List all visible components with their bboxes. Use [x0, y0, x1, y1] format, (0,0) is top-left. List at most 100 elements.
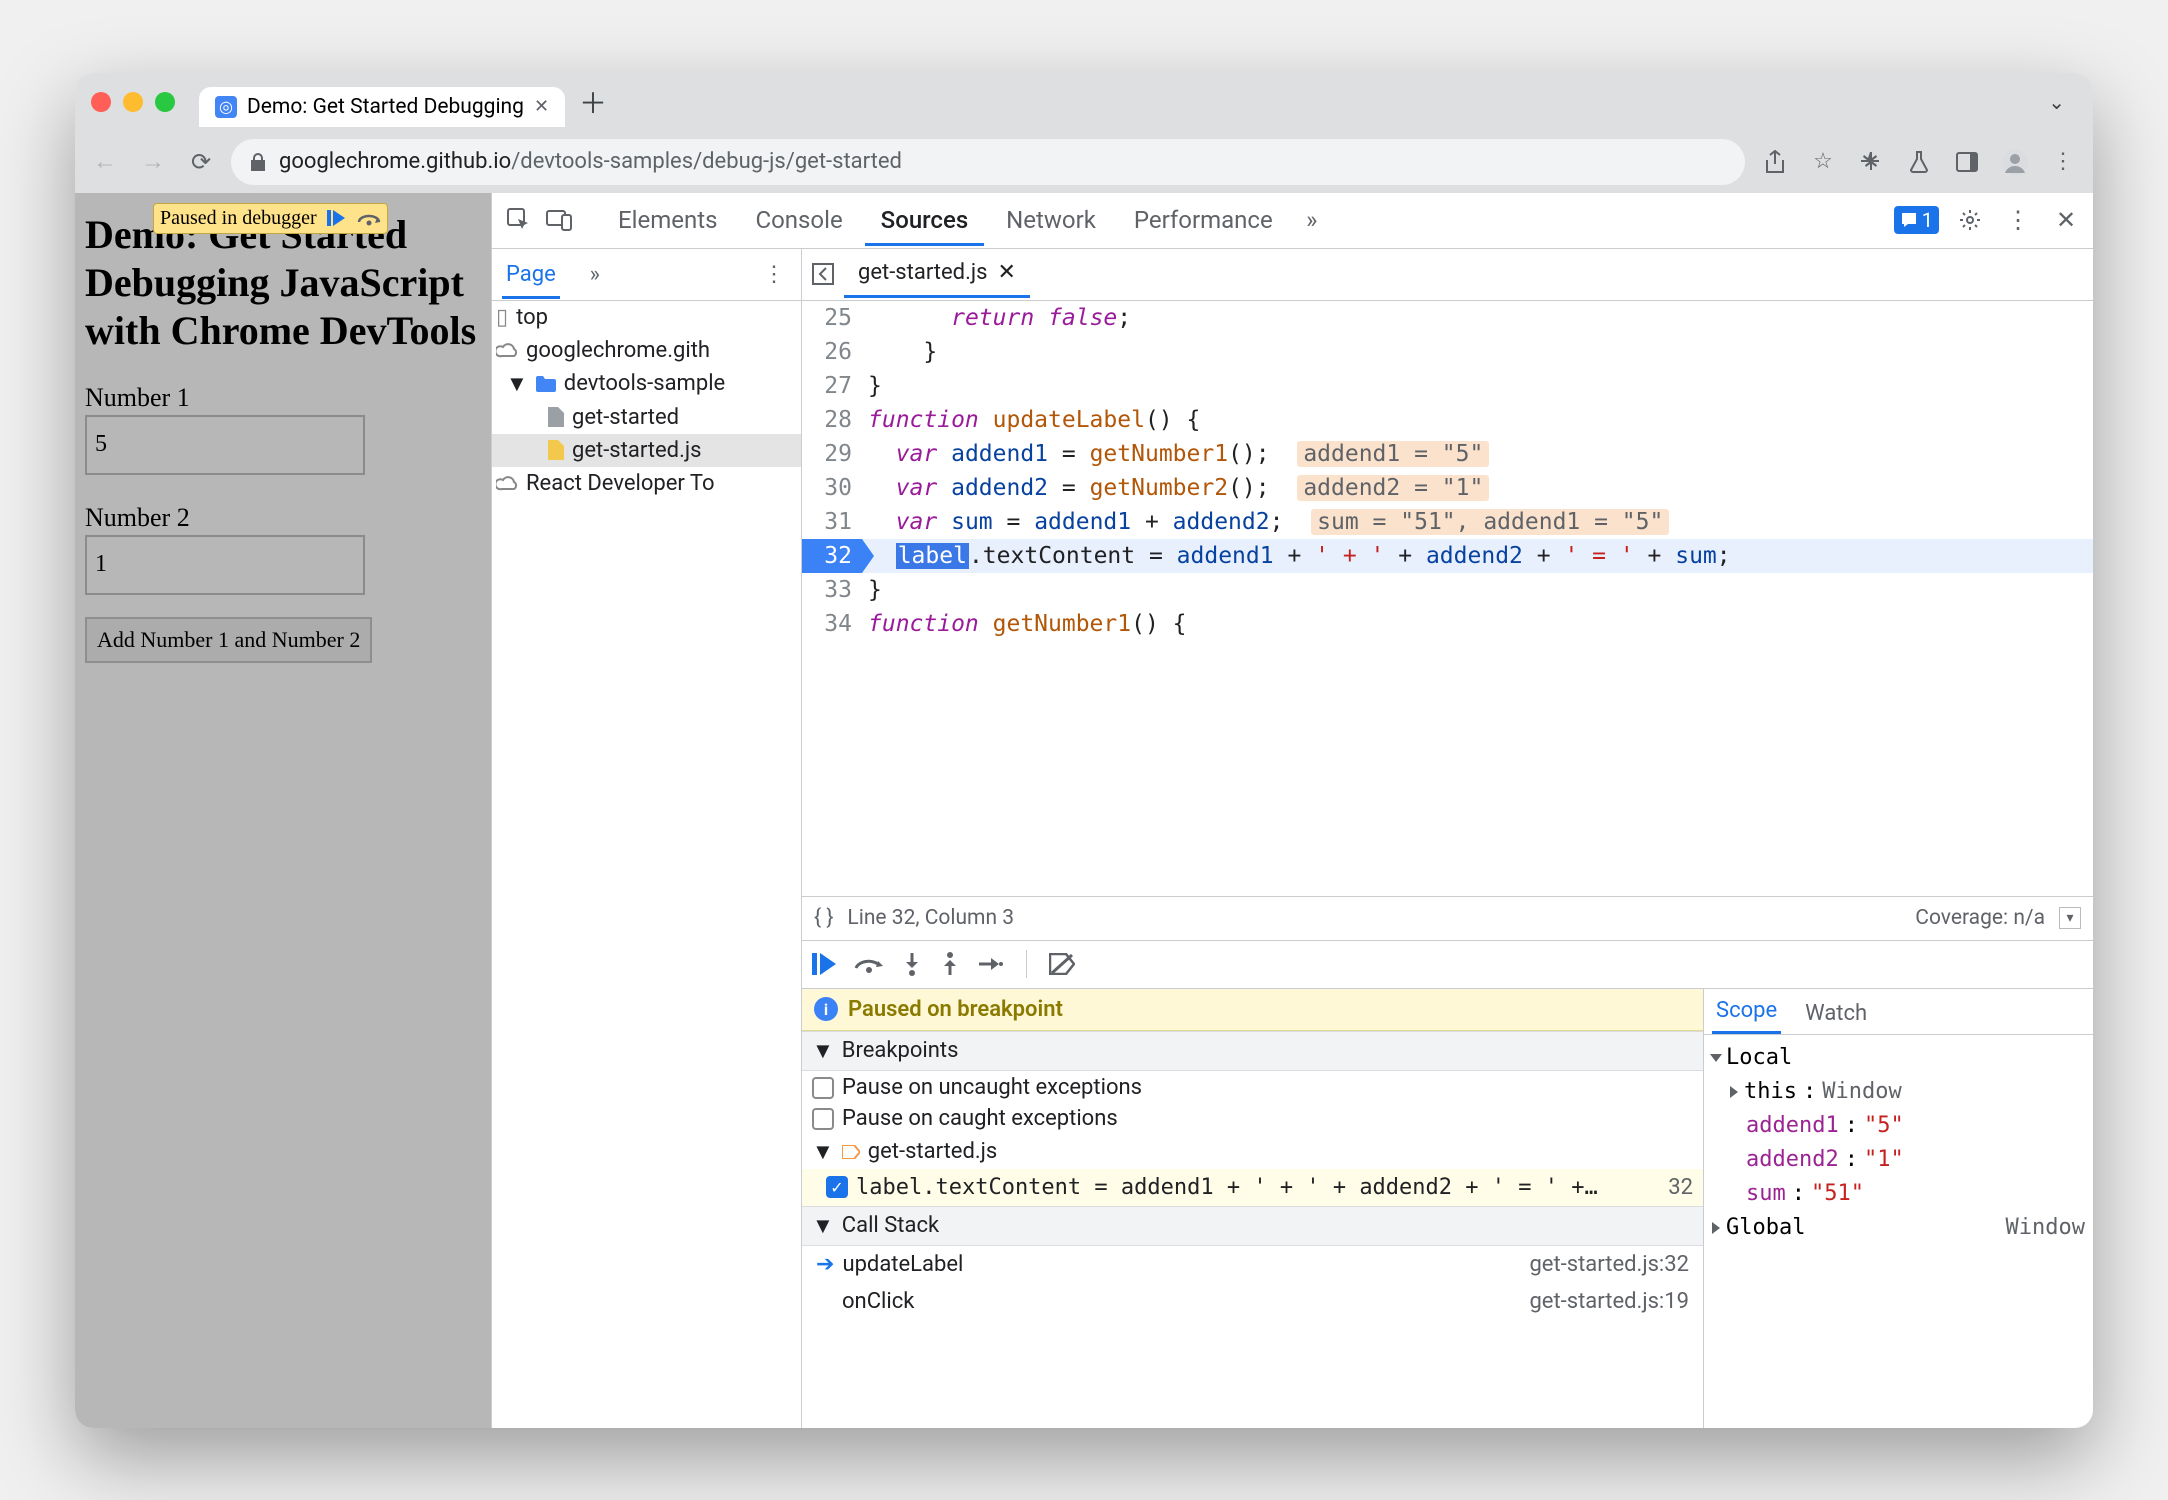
- code-line[interactable]: 34function getNumber1() {: [802, 607, 2093, 641]
- browser-tab[interactable]: ◎ Demo: Get Started Debugging ✕: [199, 87, 565, 127]
- content-area: Paused in debugger Demo: Get Started Deb…: [75, 193, 2093, 1428]
- gutter[interactable]: 30: [802, 471, 862, 505]
- pretty-print-icon[interactable]: { }: [814, 906, 833, 930]
- gutter[interactable]: 32: [802, 539, 862, 573]
- gutter[interactable]: 29: [802, 437, 862, 471]
- checkbox-icon[interactable]: [812, 1077, 834, 1099]
- breakpoints-header[interactable]: ▼ Breakpoints: [802, 1031, 1703, 1071]
- gutter[interactable]: 28: [802, 403, 862, 437]
- devtools-close-icon[interactable]: ✕: [2049, 203, 2083, 237]
- window-controls: [91, 92, 175, 112]
- code-line[interactable]: 31 var sum = addend1 + addend2; sum = "5…: [802, 505, 2093, 539]
- chrome-menu-icon[interactable]: ⋮: [2045, 144, 2081, 180]
- callstack-header[interactable]: ▼ Call Stack: [802, 1206, 1703, 1246]
- coverage-dropdown-icon[interactable]: ▾: [2059, 907, 2081, 929]
- code-line[interactable]: 29 var addend1 = getNumber1(); addend1 =…: [802, 437, 2093, 471]
- scope-this[interactable]: this: Window: [1712, 1075, 2085, 1109]
- editor-tab-close-icon[interactable]: ✕: [998, 260, 1016, 285]
- inspect-icon[interactable]: [502, 203, 536, 237]
- tree-folder[interactable]: ▼ devtools-sample: [492, 367, 801, 401]
- sidepanel-icon[interactable]: [1949, 144, 1985, 180]
- resume-overlay-button[interactable]: [325, 208, 349, 228]
- scope-variable[interactable]: sum: "51": [1712, 1177, 2085, 1211]
- code-line[interactable]: 27}: [802, 369, 2093, 403]
- tree-react-devtools[interactable]: React Developer To: [492, 467, 801, 500]
- breakpoint-line-row[interactable]: ✓ label.textContent = addend1 + ' + ' + …: [802, 1169, 1703, 1206]
- profile-icon[interactable]: [1997, 144, 2033, 180]
- more-tabs-icon[interactable]: »: [1295, 203, 1329, 237]
- gutter[interactable]: 25: [802, 301, 862, 335]
- devtools-tabstrip: Elements Console Sources Network Perform…: [492, 193, 2093, 249]
- gutter[interactable]: 33: [802, 573, 862, 607]
- share-icon[interactable]: [1757, 144, 1793, 180]
- issues-chip[interactable]: 1: [1894, 206, 1939, 234]
- tab-sources[interactable]: Sources: [865, 194, 985, 246]
- code-line[interactable]: 30 var addend2 = getNumber2(); addend2 =…: [802, 471, 2093, 505]
- tree-file-html[interactable]: get-started: [492, 401, 801, 434]
- navigator-tab-page[interactable]: Page: [502, 250, 560, 299]
- step-button[interactable]: [978, 955, 1004, 973]
- bookmark-icon[interactable]: ☆: [1805, 144, 1841, 180]
- tree-file-js[interactable]: get-started.js: [492, 434, 801, 467]
- breakpoint-file-row[interactable]: ▼ get-started.js: [802, 1135, 1703, 1169]
- scope-variable[interactable]: addend2: "1": [1712, 1143, 2085, 1177]
- maximize-window-icon[interactable]: [155, 92, 175, 112]
- resume-button[interactable]: [812, 953, 836, 975]
- file-tree[interactable]: ▯top googlechrome.gith ▼ devtools-sample…: [492, 301, 801, 1428]
- scope-local[interactable]: Local: [1712, 1041, 2085, 1075]
- editor-tab[interactable]: get-started.js ✕: [844, 250, 1030, 298]
- step-into-button[interactable]: [902, 952, 922, 976]
- tab-watch[interactable]: Watch: [1801, 993, 1871, 1034]
- gutter[interactable]: 31: [802, 505, 862, 539]
- code-editor[interactable]: 25 return false;26 }27}28function update…: [802, 301, 2093, 896]
- number2-input[interactable]: [85, 535, 365, 595]
- close-window-icon[interactable]: [91, 92, 111, 112]
- step-over-button[interactable]: [854, 954, 884, 974]
- tab-favicon: ◎: [215, 96, 237, 118]
- tree-origin[interactable]: googlechrome.gith: [492, 334, 801, 367]
- scope-global[interactable]: GlobalWindow: [1712, 1211, 2085, 1245]
- callstack-row[interactable]: onClickget-started.js:19: [802, 1283, 1703, 1320]
- navigator-menu-icon[interactable]: ⋮: [757, 257, 791, 291]
- pause-caught-row[interactable]: Pause on caught exceptions: [812, 1106, 1693, 1131]
- number1-input[interactable]: [85, 415, 365, 475]
- tab-performance[interactable]: Performance: [1118, 194, 1289, 246]
- extensions-icon[interactable]: [1853, 144, 1889, 180]
- new-tab-button[interactable]: ＋: [579, 82, 607, 122]
- code-line[interactable]: 33}: [802, 573, 2093, 607]
- step-over-overlay-button[interactable]: [357, 208, 381, 228]
- code-line[interactable]: 25 return false;: [802, 301, 2093, 335]
- address-bar[interactable]: googlechrome.github.io/devtools-samples/…: [231, 139, 1745, 185]
- minimize-window-icon[interactable]: [123, 92, 143, 112]
- devtools-menu-icon[interactable]: ⋮: [2001, 203, 2035, 237]
- settings-icon[interactable]: [1953, 203, 1987, 237]
- tab-scope[interactable]: Scope: [1712, 990, 1781, 1034]
- callstack-row[interactable]: ➔updateLabelget-started.js:32: [802, 1246, 1703, 1283]
- toggle-navigator-icon[interactable]: [802, 263, 844, 285]
- labs-icon[interactable]: [1901, 144, 1937, 180]
- deactivate-breakpoints-button[interactable]: [1049, 953, 1075, 975]
- tab-console[interactable]: Console: [739, 194, 858, 246]
- back-button[interactable]: ←: [87, 144, 123, 180]
- code-line[interactable]: 28function updateLabel() {: [802, 403, 2093, 437]
- scope-variable[interactable]: addend1: "5": [1712, 1109, 2085, 1143]
- add-button[interactable]: Add Number 1 and Number 2: [85, 617, 372, 663]
- code-line[interactable]: 26 }: [802, 335, 2093, 369]
- pause-uncaught-row[interactable]: Pause on uncaught exceptions: [812, 1075, 1693, 1100]
- device-mode-icon[interactable]: [542, 203, 576, 237]
- navigator-more-tabs-icon[interactable]: »: [578, 257, 612, 291]
- tree-top[interactable]: ▯top: [492, 301, 801, 334]
- forward-button[interactable]: →: [135, 144, 171, 180]
- tabs-dropdown-icon[interactable]: ⌄: [2048, 90, 2065, 114]
- gutter[interactable]: 27: [802, 369, 862, 403]
- step-out-button[interactable]: [940, 952, 960, 976]
- tab-elements[interactable]: Elements: [602, 194, 733, 246]
- reload-button[interactable]: ⟳: [183, 144, 219, 180]
- checkbox-icon[interactable]: [812, 1108, 834, 1130]
- gutter[interactable]: 26: [802, 335, 862, 369]
- tab-close-icon[interactable]: ✕: [534, 96, 549, 117]
- tab-network[interactable]: Network: [990, 194, 1112, 246]
- gutter[interactable]: 34: [802, 607, 862, 641]
- code-line[interactable]: 32 label.textContent = addend1 + ' + ' +…: [802, 539, 2093, 573]
- checkbox-checked-icon[interactable]: ✓: [826, 1176, 848, 1198]
